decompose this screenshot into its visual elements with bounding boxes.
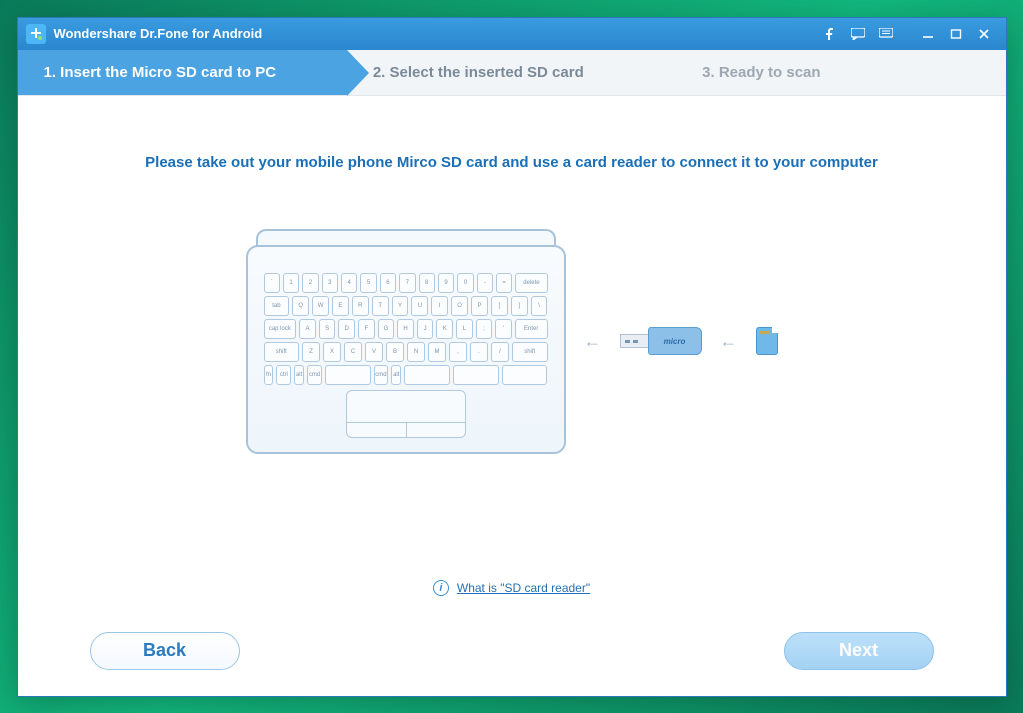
- back-button[interactable]: Back: [90, 632, 240, 670]
- key: ctrl: [276, 365, 291, 385]
- key: P: [471, 296, 488, 316]
- info-row: i What is "SD card reader": [18, 580, 1006, 596]
- key: U: [411, 296, 428, 316]
- next-button-label: Next: [839, 640, 878, 661]
- key: -: [477, 273, 493, 293]
- main-content: Please take out your mobile phone Mirco …: [18, 96, 1006, 616]
- key: Z: [302, 342, 320, 362]
- key: delete: [515, 273, 547, 293]
- key: shift: [264, 342, 300, 362]
- trackpad-illustration: [346, 390, 466, 438]
- key: B: [386, 342, 404, 362]
- step-tabs: 1. Insert the Micro SD card to PC 2. Sel…: [18, 50, 1006, 96]
- usb-reader-illustration: micro: [620, 327, 702, 355]
- close-button[interactable]: [970, 22, 998, 46]
- title-bar: Wondershare Dr.Fone for Android: [18, 18, 1006, 50]
- key: Q: [292, 296, 309, 316]
- key: E: [332, 296, 349, 316]
- key: Enter: [515, 319, 548, 339]
- key: H: [397, 319, 414, 339]
- key: alt: [391, 365, 401, 385]
- key: shift: [512, 342, 548, 362]
- app-logo-icon: [26, 24, 46, 44]
- key: O: [451, 296, 468, 316]
- laptop-illustration: `1234567890-=delete tabQWERTYUIOP[]\ cap l…: [246, 229, 566, 454]
- sd-card-illustration: [756, 327, 778, 355]
- key: L: [456, 319, 473, 339]
- key: alt: [294, 365, 304, 385]
- back-button-label: Back: [143, 640, 186, 661]
- usb-body-label: micro: [648, 327, 702, 355]
- key: fn: [264, 365, 274, 385]
- sd-card-reader-link[interactable]: What is "SD card reader": [457, 581, 590, 595]
- key: I: [431, 296, 448, 316]
- key: F: [358, 319, 375, 339]
- message-icon[interactable]: [844, 22, 872, 46]
- key: V: [365, 342, 383, 362]
- key: [502, 365, 548, 385]
- key: A: [299, 319, 316, 339]
- key: 9: [438, 273, 454, 293]
- key: 5: [360, 273, 376, 293]
- key: `: [264, 273, 280, 293]
- key: J: [417, 319, 434, 339]
- key: 2: [302, 273, 318, 293]
- footer: Back Next: [18, 626, 1006, 676]
- maximize-button[interactable]: [942, 22, 970, 46]
- key: [404, 365, 450, 385]
- step-3-label: 3. Ready to scan: [702, 64, 820, 81]
- keyboard-illustration: `1234567890-=delete tabQWERTYUIOP[]\ cap l…: [264, 273, 548, 385]
- key: [325, 365, 371, 385]
- key: cmd: [307, 365, 322, 385]
- key: S: [319, 319, 336, 339]
- key: =: [496, 273, 512, 293]
- facebook-icon[interactable]: [816, 22, 844, 46]
- illustration: `1234567890-=delete tabQWERTYUIOP[]\ cap l…: [246, 229, 778, 454]
- app-window: Wondershare Dr.Fone for Android 1. Inser…: [17, 17, 1007, 697]
- key: \: [531, 296, 548, 316]
- key: .: [470, 342, 488, 362]
- arrow-left-icon: ←: [720, 331, 738, 352]
- key: ;: [476, 319, 493, 339]
- key: Y: [392, 296, 409, 316]
- minimize-button[interactable]: [914, 22, 942, 46]
- step-2-label: 2. Select the inserted SD card: [373, 64, 584, 81]
- instruction-text: Please take out your mobile phone Mirco …: [145, 154, 878, 171]
- step-1-label: 1. Insert the Micro SD card to PC: [44, 64, 277, 81]
- info-icon: i: [433, 580, 449, 596]
- key: T: [372, 296, 389, 316]
- step-1-tab[interactable]: 1. Insert the Micro SD card to PC: [18, 50, 347, 95]
- key: 0: [457, 273, 473, 293]
- key: ': [495, 319, 512, 339]
- key: tab: [264, 296, 290, 316]
- step-2-tab[interactable]: 2. Select the inserted SD card: [347, 50, 676, 95]
- next-button[interactable]: Next: [784, 632, 934, 670]
- arrow-left-icon: ←: [584, 331, 602, 352]
- key: cap lock: [264, 319, 297, 339]
- key: K: [436, 319, 453, 339]
- step-3-tab[interactable]: 3. Ready to scan: [676, 50, 1005, 95]
- key: cmd: [374, 365, 389, 385]
- feedback-icon[interactable]: [872, 22, 900, 46]
- app-title: Wondershare Dr.Fone for Android: [54, 26, 263, 41]
- key: D: [338, 319, 355, 339]
- key: X: [323, 342, 341, 362]
- key: ]: [511, 296, 528, 316]
- key: R: [352, 296, 369, 316]
- key: /: [491, 342, 509, 362]
- key: M: [428, 342, 446, 362]
- key: G: [378, 319, 395, 339]
- key: N: [407, 342, 425, 362]
- key: 4: [341, 273, 357, 293]
- key: 8: [419, 273, 435, 293]
- key: 3: [322, 273, 338, 293]
- key: C: [344, 342, 362, 362]
- key: [: [491, 296, 508, 316]
- key: 1: [283, 273, 299, 293]
- key: 6: [380, 273, 396, 293]
- key: [453, 365, 499, 385]
- key: 7: [399, 273, 415, 293]
- key: W: [312, 296, 329, 316]
- key: ,: [449, 342, 467, 362]
